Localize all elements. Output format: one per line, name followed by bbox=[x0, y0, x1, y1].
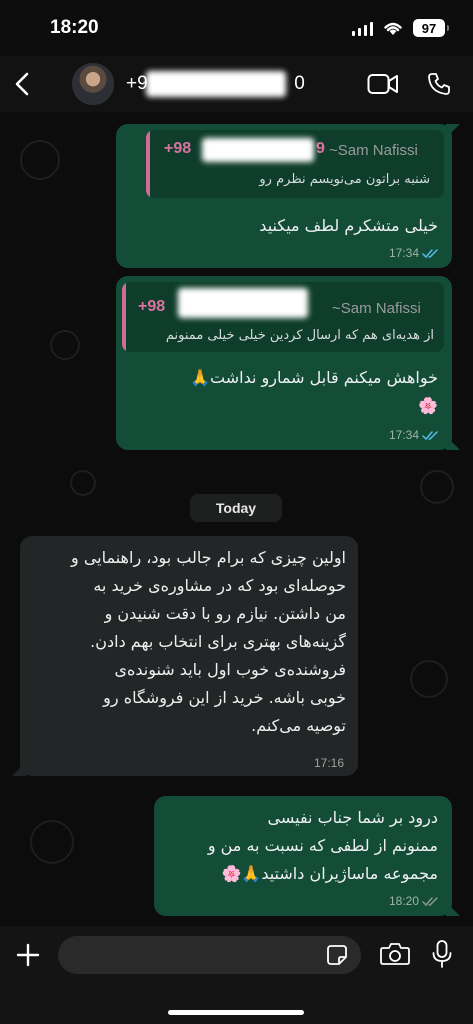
message-meta: 17:16 bbox=[314, 756, 344, 770]
message-line: خوبی باشه. خرید از این فروشگاه رو bbox=[103, 688, 346, 707]
message-line: ممنونم از لطفی که نسبت به من و bbox=[207, 836, 438, 855]
quoted-phone-suffix: 9 bbox=[316, 140, 325, 157]
redaction-mask bbox=[146, 71, 286, 97]
message-text: 🌸 bbox=[418, 396, 438, 415]
message-bubble-outgoing[interactable]: درود بر شما جناب نفیسی ممنونم از لطفی که… bbox=[154, 796, 452, 916]
redaction-mask bbox=[178, 288, 308, 318]
message-line: مجموعه ماساژیران داشتید🙏🌸 bbox=[221, 864, 438, 883]
home-indicator bbox=[168, 1010, 304, 1015]
signal-icon bbox=[352, 20, 373, 36]
wallpaper-doodle bbox=[20, 140, 60, 180]
date-separator: Today bbox=[190, 494, 282, 522]
quoted-phone: +98 bbox=[164, 140, 192, 157]
wallpaper-doodle bbox=[410, 660, 448, 698]
quoted-sender-name: ~Sam Nafissi bbox=[332, 300, 421, 317]
message-time: 17:34 bbox=[388, 428, 419, 442]
message-line: اولین چیزی که برام جالب بود، راهنمایی و bbox=[71, 548, 346, 567]
double-check-icon bbox=[422, 896, 438, 906]
header-actions bbox=[367, 72, 451, 96]
message-line: فروشنده‌ی خوب اول باید شنونده‌ی bbox=[114, 660, 346, 679]
sticker-icon[interactable] bbox=[327, 945, 347, 965]
contact-suffix: 0 bbox=[294, 73, 305, 94]
contact-avatar[interactable] bbox=[72, 63, 114, 105]
quoted-text: شنبه براتون می‌نویسم نظرم رو bbox=[259, 172, 430, 187]
battery-icon: 97 bbox=[413, 19, 449, 37]
message-line: توصیه می‌کنم. bbox=[251, 716, 346, 735]
bubble-tail bbox=[446, 124, 460, 138]
quoted-message[interactable]: +98 9 ~Sam Nafissi شنبه براتون می‌نویسم … bbox=[146, 130, 444, 198]
message-line: حوصله‌ای بود که در مشاوره‌ی خرید به bbox=[93, 576, 346, 595]
microphone-icon[interactable] bbox=[431, 940, 453, 968]
message-meta: 17:34 bbox=[389, 246, 440, 260]
chat-screen: 18:20 97 +9 0 +98 9 ~Sam Nafissi شنبه بر… bbox=[0, 0, 473, 1024]
contact-name[interactable]: +9 0 bbox=[126, 71, 305, 97]
bubble-tail bbox=[446, 436, 460, 450]
double-check-icon bbox=[422, 430, 438, 440]
quoted-sender-name: ~Sam Nafissi bbox=[329, 142, 418, 159]
message-line: من داشتن. نیازم رو با دقت شنیدن و bbox=[104, 604, 346, 623]
contact-prefix: +9 bbox=[126, 73, 148, 94]
chat-header: +9 0 bbox=[0, 56, 473, 112]
chevron-left-icon bbox=[15, 72, 29, 96]
status-time: 18:20 bbox=[50, 17, 99, 38]
message-bubble-outgoing[interactable]: +98 ~Sam Nafissi از هدیه‌ای هم که ارسال … bbox=[116, 276, 452, 450]
message-bubble-incoming[interactable]: اولین چیزی که برام جالب بود، راهنمایی و … bbox=[20, 536, 358, 776]
wifi-icon bbox=[384, 22, 402, 35]
double-check-icon bbox=[422, 248, 438, 258]
message-input[interactable] bbox=[58, 936, 361, 974]
message-line: درود بر شما جناب نفیسی bbox=[267, 808, 439, 827]
quoted-phone: +98 bbox=[138, 298, 166, 315]
message-time: 18:20 bbox=[388, 894, 419, 908]
camera-icon[interactable] bbox=[380, 942, 410, 966]
status-bar: 18:20 97 bbox=[0, 0, 473, 56]
video-camera-icon[interactable] bbox=[367, 73, 399, 95]
message-text: خواهش میکنم قابل شمارو نداشت🙏 bbox=[190, 368, 438, 387]
message-line: گزینه‌های بهتری برای انتخاب بهم دادن. bbox=[90, 632, 346, 651]
message-meta: 18:20 bbox=[389, 894, 440, 908]
battery-level: 97 bbox=[421, 20, 437, 36]
redaction-mask bbox=[202, 138, 314, 162]
wallpaper-doodle bbox=[420, 470, 454, 504]
wallpaper-doodle bbox=[70, 470, 96, 496]
message-bubble-outgoing[interactable]: +98 9 ~Sam Nafissi شنبه براتون می‌نویسم … bbox=[116, 124, 452, 268]
message-time: 17:16 bbox=[313, 756, 344, 770]
phone-icon[interactable] bbox=[427, 72, 451, 96]
quoted-message[interactable]: +98 ~Sam Nafissi از هدیه‌ای هم که ارسال … bbox=[122, 282, 444, 352]
message-meta: 17:34 bbox=[389, 428, 440, 442]
wallpaper-doodle bbox=[50, 330, 80, 360]
message-text: خیلی متشکرم لطف میکنید bbox=[259, 216, 438, 235]
plus-icon[interactable] bbox=[16, 943, 40, 967]
wallpaper-doodle bbox=[30, 820, 74, 864]
quoted-text: از هدیه‌ای هم که ارسال کردین خیلی خیلی م… bbox=[165, 328, 434, 343]
back-button[interactable] bbox=[2, 56, 42, 112]
message-time: 17:34 bbox=[388, 246, 419, 260]
status-indicators: 97 bbox=[352, 19, 449, 37]
